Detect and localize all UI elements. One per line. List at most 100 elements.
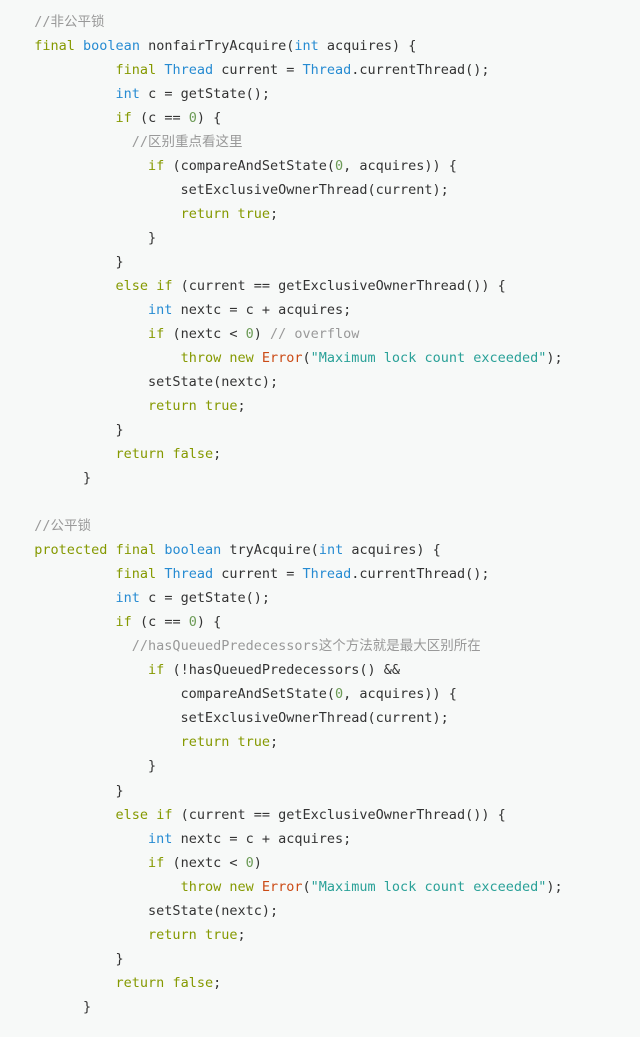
code-token: Error <box>262 879 303 895</box>
code-token: ; <box>237 927 245 943</box>
code-token <box>18 831 148 847</box>
code-token: return <box>116 446 165 462</box>
code-token <box>18 879 181 895</box>
code-token: ); <box>546 879 562 895</box>
code-token: setState(nextc); <box>18 903 278 919</box>
code-token: return <box>148 927 197 943</box>
code-token: 0 <box>246 326 254 342</box>
code-token: // overflow <box>270 326 359 342</box>
code-block: //非公平锁 final boolean nonfairTryAcquire(i… <box>18 10 640 1019</box>
code-token: if <box>116 110 132 126</box>
code-token: Thread <box>303 62 352 78</box>
code-token: } <box>18 783 124 799</box>
code-token: ) <box>254 326 270 342</box>
code-token <box>18 590 116 606</box>
code-token <box>18 662 148 678</box>
code-token: true <box>237 206 270 222</box>
code-token <box>18 614 116 630</box>
code-token: ( <box>311 542 319 558</box>
code-token: ) { <box>197 614 221 630</box>
code-token: boolean <box>164 542 221 558</box>
code-token: return <box>116 975 165 991</box>
code-token: ; <box>270 206 278 222</box>
code-token: ( <box>303 350 311 366</box>
code-token: 0 <box>189 614 197 630</box>
code-token <box>18 62 116 78</box>
code-token: c = getState(); <box>140 590 270 606</box>
code-token: true <box>205 927 238 943</box>
code-token: final <box>34 38 75 54</box>
code-token: new <box>229 879 253 895</box>
code-token: acquires) { <box>343 542 441 558</box>
code-token: else <box>116 278 149 294</box>
code-token: int <box>294 38 318 54</box>
code-token: current = <box>213 62 302 78</box>
code-token: //hasQueuedPredecessors这个方法就是最大区别所在 <box>132 638 481 654</box>
code-token <box>18 566 116 582</box>
code-token: Thread <box>303 566 352 582</box>
code-token <box>18 158 148 174</box>
code-token: 0 <box>189 110 197 126</box>
code-token <box>148 278 156 294</box>
code-token: "Maximum lock count exceeded" <box>311 350 547 366</box>
code-token: ; <box>213 975 221 991</box>
code-token: int <box>148 302 172 318</box>
code-token: setExclusiveOwnerThread(current); <box>18 182 449 198</box>
code-token <box>18 86 116 102</box>
code-token: int <box>116 86 140 102</box>
code-token: true <box>237 734 270 750</box>
code-token: compareAndSetState( <box>18 686 335 702</box>
code-token <box>197 927 205 943</box>
code-token: return <box>148 398 197 414</box>
code-token <box>197 398 205 414</box>
code-token: setState(nextc); <box>18 374 278 390</box>
code-token: //非公平锁 <box>18 14 105 30</box>
code-token: 0 <box>335 686 343 702</box>
code-token: throw <box>181 879 222 895</box>
code-token: int <box>319 542 343 558</box>
code-token: else <box>116 807 149 823</box>
code-token: new <box>229 350 253 366</box>
code-token: (nextc < <box>164 855 245 871</box>
code-token: false <box>172 446 213 462</box>
code-token <box>254 350 262 366</box>
code-token <box>18 302 148 318</box>
code-token: //区别重点看这里 <box>132 134 243 150</box>
code-token: int <box>148 831 172 847</box>
code-token <box>18 927 148 943</box>
code-token: (!hasQueuedPredecessors() && <box>164 662 400 678</box>
code-token: true <box>205 398 238 414</box>
code-token <box>254 879 262 895</box>
code-token: ; <box>213 446 221 462</box>
code-token: protected <box>34 542 107 558</box>
code-token: } <box>18 999 91 1015</box>
code-token: if <box>148 326 164 342</box>
code-token: , acquires)) { <box>343 686 457 702</box>
code-token: nextc = c + acquires; <box>172 302 351 318</box>
code-token: 0 <box>335 158 343 174</box>
code-token: (current == getExclusiveOwnerThread()) { <box>172 807 505 823</box>
code-token: if <box>148 662 164 678</box>
code-token: ); <box>546 350 562 366</box>
code-token: (current == getExclusiveOwnerThread()) { <box>172 278 505 294</box>
code-token: (compareAndSetState( <box>164 158 335 174</box>
code-token: return <box>181 734 230 750</box>
code-token: int <box>116 590 140 606</box>
code-token: nextc = c + acquires; <box>172 831 351 847</box>
code-token: tryAcquire <box>229 542 310 558</box>
code-token <box>18 542 34 558</box>
code-token: (c == <box>132 614 189 630</box>
code-token: (c == <box>132 110 189 126</box>
code-token: acquires) { <box>319 38 417 54</box>
code-token: } <box>18 230 156 246</box>
code-token <box>18 398 148 414</box>
code-token: } <box>18 470 91 486</box>
code-token: ) <box>254 855 262 871</box>
code-token: return <box>181 206 230 222</box>
code-token <box>18 638 132 654</box>
code-token: if <box>156 278 172 294</box>
code-token: Error <box>262 350 303 366</box>
code-token <box>18 446 116 462</box>
code-token: boolean <box>83 38 140 54</box>
code-token <box>18 855 148 871</box>
